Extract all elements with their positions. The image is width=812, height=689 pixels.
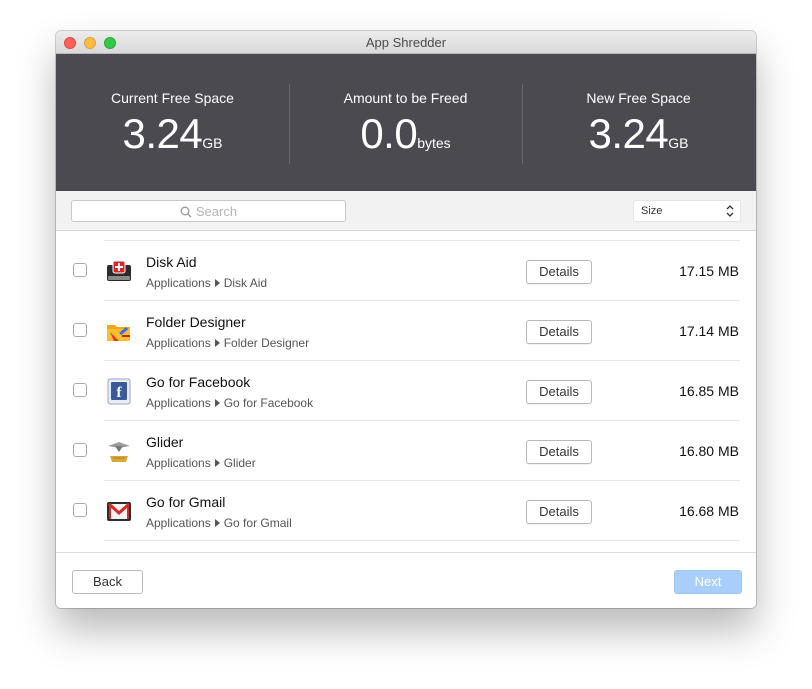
select-app-checkbox[interactable] — [73, 443, 87, 457]
sort-select[interactable]: Size — [633, 200, 741, 222]
select-app-checkbox[interactable] — [73, 383, 87, 397]
app-name: Glider — [146, 434, 184, 450]
stat-value: 3.24GB — [588, 110, 689, 157]
toolbar: Search Size — [56, 191, 756, 231]
list-item: Folder Designer Applications Folder Desig… — [56, 301, 756, 361]
list-item: f Go for Facebook Applications Go for Fac… — [56, 361, 756, 421]
gmail-icon — [107, 502, 131, 521]
app-size: 16.85 MB — [679, 383, 739, 399]
app-path: Applications Disk Aid — [146, 276, 268, 290]
search-placeholder: Search — [195, 204, 238, 219]
amount-to-be-freed-stat: Amount to be Freed 0.0bytes — [289, 54, 522, 191]
stat-label: Current Free Space — [111, 90, 234, 106]
next-button[interactable]: Next — [674, 570, 742, 594]
app-window: App Shredder Current Free Space 3.24GB A… — [56, 31, 756, 608]
glider-icon — [108, 442, 130, 462]
facebook-icon: f — [107, 378, 131, 405]
stat-label: Amount to be Freed — [343, 90, 468, 106]
app-path: Applications Go for Gmail — [146, 516, 292, 530]
select-app-checkbox[interactable] — [73, 323, 87, 337]
window-title: App Shredder — [365, 35, 447, 50]
sort-selected-value: Size — [641, 205, 663, 217]
folder-designer-icon — [107, 325, 130, 341]
select-app-checkbox[interactable] — [73, 263, 87, 277]
app-path: Applications Folder Designer — [146, 336, 310, 350]
up-down-chevron-icon — [726, 205, 734, 217]
stat-unit: bytes — [417, 135, 451, 151]
app-size: 16.68 MB — [679, 503, 739, 519]
list-item: Go for Gmail Applications Go for Gmail De… — [56, 481, 756, 541]
app-size: 17.14 MB — [679, 323, 739, 339]
app-name: Disk Aid — [146, 254, 197, 270]
app-list: Disk Aid Applications Disk Aid Details 17… — [56, 231, 756, 552]
footer-bar: Back Next — [56, 552, 756, 608]
app-size: 16.80 MB — [679, 443, 739, 459]
app-size: 17.15 MB — [679, 263, 739, 279]
details-button[interactable]: Details — [526, 440, 592, 464]
details-button[interactable]: Details — [526, 500, 592, 524]
app-path: Applications Go for Facebook — [146, 396, 314, 410]
title-bar: App Shredder — [56, 31, 756, 54]
disk-aid-icon — [107, 260, 131, 281]
new-free-space-stat: New Free Space 3.24GB — [522, 54, 755, 191]
space-summary-panel: Current Free Space 3.24GB Amount to be F… — [56, 54, 756, 191]
stat-unit: GB — [202, 135, 223, 151]
details-button[interactable]: Details — [526, 260, 592, 284]
stat-value: 3.24GB — [122, 110, 223, 157]
app-path: Applications Glider — [146, 456, 256, 470]
list-item: Glider Applications Glider Details 16.80 … — [56, 421, 756, 481]
divider — [104, 540, 740, 541]
back-button[interactable]: Back — [72, 570, 143, 594]
select-app-checkbox[interactable] — [73, 503, 87, 517]
app-name: Folder Designer — [146, 314, 246, 330]
details-button[interactable]: Details — [526, 380, 592, 404]
app-name: Go for Facebook — [146, 374, 251, 390]
app-name: Go for Gmail — [146, 494, 226, 510]
stat-label: New Free Space — [586, 90, 691, 106]
details-button[interactable]: Details — [526, 320, 592, 344]
list-item: Disk Aid Applications Disk Aid Details 17… — [56, 241, 756, 301]
search-icon — [180, 206, 192, 218]
current-free-space-stat: Current Free Space 3.24GB — [56, 54, 289, 191]
stat-unit: GB — [668, 135, 689, 151]
stat-value: 0.0bytes — [360, 110, 451, 157]
search-input[interactable]: Search — [71, 200, 346, 222]
